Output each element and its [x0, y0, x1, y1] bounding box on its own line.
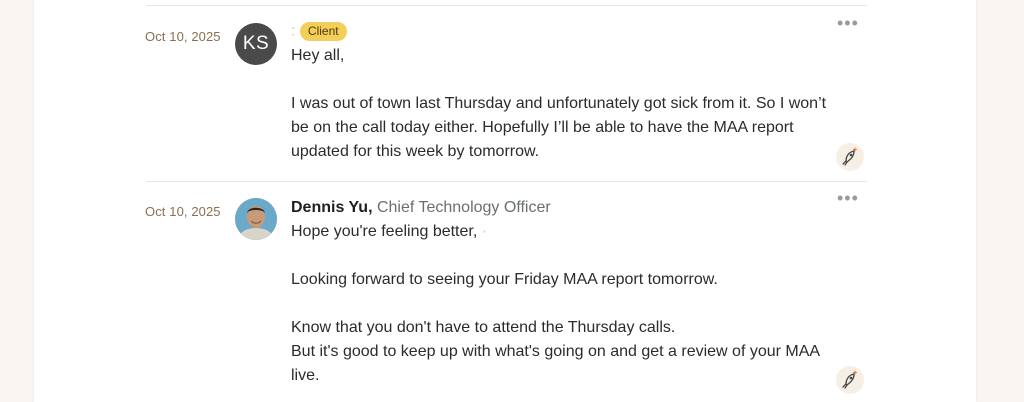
author-role: Chief Technology Officer: [376, 199, 551, 216]
separator-mark: :: [291, 22, 296, 40]
avatar[interactable]: KS: [235, 23, 277, 65]
person-photo-icon: [235, 198, 277, 240]
divider: [146, 181, 867, 182]
post-paragraph: Know that you don't have to attend the T…: [291, 319, 676, 336]
post-paragraph-text: Hope you're feeling better,: [291, 223, 478, 240]
more-options-button[interactable]: •••: [837, 188, 859, 209]
post-paragraph: But it's good to keep up with what's goi…: [291, 343, 820, 384]
boost-button[interactable]: [836, 366, 864, 394]
post-date: Oct 10, 2025: [145, 204, 221, 219]
post-paragraph: Hope you're feeling better, ·: [291, 220, 831, 244]
post-paragraph: I was out of town last Thursday and unfo…: [291, 95, 827, 160]
post-header: Dennis Yu, Chief Technology Officer: [291, 199, 551, 217]
rocket-icon: [842, 147, 858, 166]
separator-mark: ·: [481, 223, 488, 240]
post-body: Hey all, I was out of town last Thursday…: [291, 44, 831, 164]
divider: [146, 5, 867, 6]
post-date: Oct 10, 2025: [145, 29, 221, 44]
post-body: Hope you're feeling better, · Looking fo…: [291, 220, 831, 388]
boost-button[interactable]: [836, 143, 864, 171]
avatar[interactable]: [235, 198, 277, 240]
post-paragraph: Hey all,: [291, 47, 345, 64]
more-options-button[interactable]: •••: [837, 13, 859, 34]
post-paragraph: Looking forward to seeing your Friday MA…: [291, 271, 718, 288]
client-badge: Client: [299, 22, 347, 41]
author-name[interactable]: Dennis Yu,: [291, 199, 373, 216]
message-thread-card: Oct 10, 2025 KS : Client ••• Hey all, I …: [34, 0, 976, 402]
post-header: : Client: [291, 22, 347, 41]
rocket-icon: [842, 370, 858, 389]
